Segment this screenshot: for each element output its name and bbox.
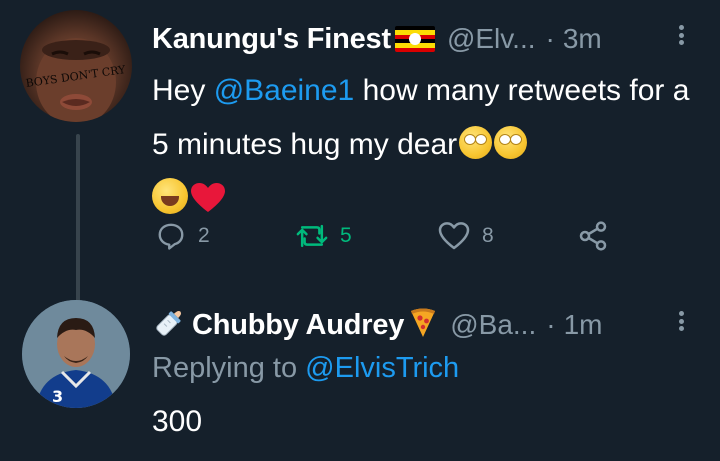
share-button[interactable] xyxy=(577,216,609,256)
rolling-eyes-emoji-icon xyxy=(459,126,493,159)
like-count: 8 xyxy=(482,224,494,247)
tweet-text: Hey @Baeine1 how many retweets for a 5 m… xyxy=(152,64,692,232)
uganda-flag-icon xyxy=(394,26,435,52)
replying-to: Replying to @ElvisTrich xyxy=(152,348,459,388)
tweet[interactable]: BOYS DON'T CRY Kanungu's Finest @Elv... … xyxy=(0,0,720,304)
rolling-eyes-emoji-icon xyxy=(494,126,528,159)
replying-to-label: Replying to xyxy=(152,352,306,384)
mention-link[interactable]: @Baeine1 xyxy=(214,74,355,107)
avatar[interactable]: 3 xyxy=(22,300,130,408)
profile-photo: 3 xyxy=(22,300,130,408)
avatar[interactable]: BOYS DON'T CRY xyxy=(20,10,132,122)
display-name[interactable]: Kanungu's Finest xyxy=(152,23,391,56)
reply-count: 2 xyxy=(198,224,210,247)
profile-photo: BOYS DON'T CRY xyxy=(25,38,127,122)
display-name[interactable]: Chubby Audrey xyxy=(192,309,404,342)
reply-icon xyxy=(158,223,184,250)
separator-dot: · xyxy=(546,309,556,340)
timestamp[interactable]: 1m xyxy=(564,309,603,341)
pizza-icon xyxy=(408,307,438,344)
reply-button[interactable]: 2 xyxy=(156,216,210,256)
replying-to-handle[interactable]: @ElvisTrich xyxy=(305,352,459,384)
tweet-header: Kanungu's Finest @Elv... · 3m xyxy=(152,18,602,60)
retweet-count: 5 xyxy=(340,224,352,247)
share-icon xyxy=(579,221,607,251)
baby-bottle-icon xyxy=(152,306,186,345)
tweet-actions: 2 5 8 xyxy=(156,216,626,256)
separator-dot: · xyxy=(545,23,555,54)
retweet-icon xyxy=(296,224,328,248)
tears-of-joy-emoji-icon xyxy=(152,178,188,214)
more-options-icon[interactable] xyxy=(671,306,691,336)
handle[interactable]: @Elv... xyxy=(447,23,536,55)
retweet-button[interactable]: 5 xyxy=(296,216,352,256)
timestamp[interactable]: 3m xyxy=(563,23,602,55)
like-icon xyxy=(438,222,470,250)
tweet-text-part: Hey xyxy=(152,74,214,107)
thread-line xyxy=(76,134,80,304)
reply-header: Chubby Audrey @Ba... · 1m xyxy=(152,304,602,346)
svg-text:3: 3 xyxy=(52,387,63,406)
more-options-icon[interactable] xyxy=(671,20,691,50)
handle[interactable]: @Ba... xyxy=(450,309,536,341)
like-button[interactable]: 8 xyxy=(438,216,494,256)
reply-text: 300 xyxy=(152,405,203,438)
